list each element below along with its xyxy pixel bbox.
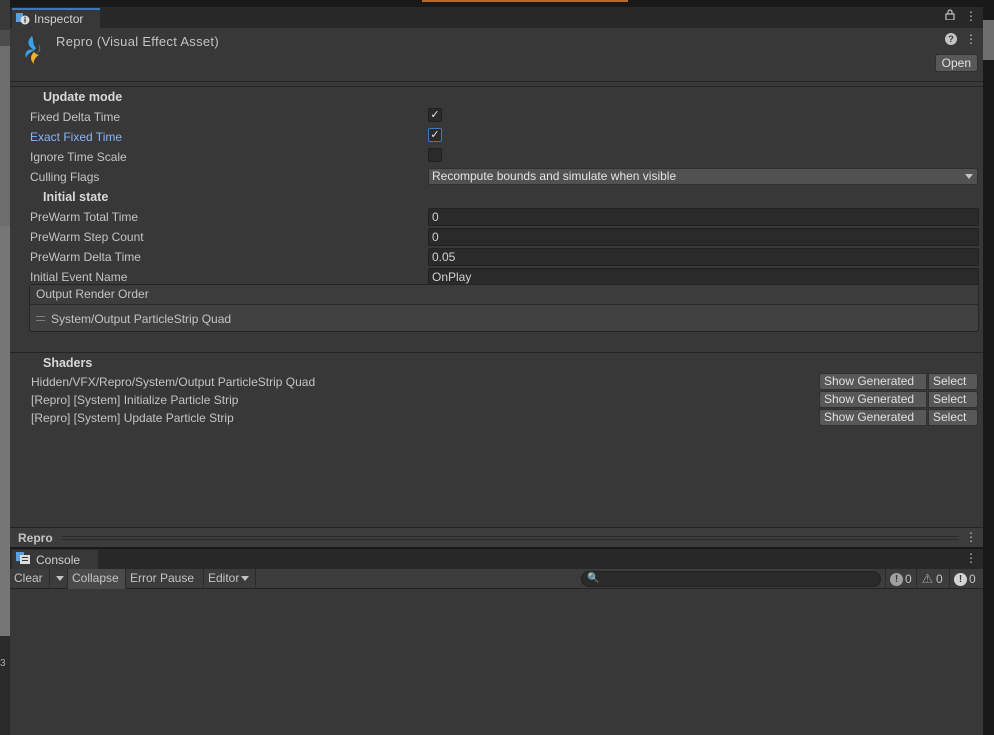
error-count-toggle[interactable]: ! 0 bbox=[949, 569, 980, 589]
prewarm-total-time-label: PreWarm Total Time bbox=[30, 210, 139, 224]
table-row: [Repro] [System] Initialize Particle Str… bbox=[10, 391, 983, 409]
section-update-mode: Update mode bbox=[43, 90, 123, 104]
clear-button[interactable]: Clear bbox=[10, 569, 50, 589]
row-prewarm-delta-time: PreWarm Delta Time 0.05 bbox=[10, 247, 983, 267]
shader-name: [Repro] [System] Update Particle Strip bbox=[31, 411, 234, 425]
error-icon: ! bbox=[954, 572, 967, 586]
warning-count-toggle[interactable]: ⚠ 0 bbox=[916, 569, 947, 589]
prewarm-step-count-field[interactable]: 0 bbox=[428, 228, 979, 246]
tab-console[interactable]: Console bbox=[12, 550, 98, 569]
tab-console-label: Console bbox=[36, 552, 81, 567]
exact-fixed-time-checkbox[interactable]: ✓ bbox=[428, 128, 442, 142]
row-fixed-delta-time: Fixed Delta Time ✓ bbox=[10, 107, 983, 127]
resize-grip[interactable] bbox=[62, 536, 959, 540]
preview-more-icon[interactable]: ⋮ bbox=[965, 530, 977, 544]
console-more-icon[interactable]: ⋮ bbox=[965, 551, 977, 565]
inspector-tabbar: Inspector ⋮ bbox=[10, 7, 983, 28]
chevron-down-icon bbox=[241, 576, 250, 582]
output-render-order-header: Output Render Order bbox=[30, 285, 978, 305]
culling-flags-value: Recompute bounds and simulate when visib… bbox=[432, 169, 677, 183]
asset-title: Repro (Visual Effect Asset) bbox=[56, 34, 219, 49]
shader-name: Hidden/VFX/Repro/System/Output ParticleS… bbox=[31, 375, 316, 389]
show-generated-button[interactable]: Show Generated bbox=[819, 373, 927, 390]
select-button[interactable]: Select bbox=[928, 391, 978, 408]
search-input[interactable]: 🔍 bbox=[581, 571, 881, 587]
tab-inspector-label: Inspector bbox=[34, 12, 84, 26]
select-button[interactable]: Select bbox=[928, 409, 978, 426]
info-count-toggle[interactable]: ! 0 bbox=[885, 569, 916, 589]
prewarm-total-time-field[interactable]: 0 bbox=[428, 208, 979, 226]
row-prewarm-total-time: PreWarm Total Time 0 bbox=[10, 207, 983, 227]
right-edge bbox=[983, 0, 994, 735]
preview-title: Repro bbox=[18, 531, 53, 545]
open-button[interactable]: Open bbox=[934, 54, 978, 72]
row-exact-fixed-time: Exact Fixed Time ✓ bbox=[10, 127, 983, 147]
exact-fixed-time-label: Exact Fixed Time bbox=[30, 130, 123, 144]
select-button[interactable]: Select bbox=[928, 373, 978, 390]
prewarm-delta-time-label: PreWarm Delta Time bbox=[30, 250, 141, 264]
output-render-order-item-label: System/Output ParticleStrip Quad bbox=[51, 311, 232, 326]
section-shaders: Shaders bbox=[43, 356, 93, 370]
visual-effect-asset-icon bbox=[20, 34, 48, 66]
top-toolbar-edge bbox=[10, 0, 983, 7]
scene-view-edge: 3 bbox=[0, 0, 10, 735]
table-row: Hidden/VFX/Repro/System/Output ParticleS… bbox=[10, 373, 983, 391]
list-item[interactable]: System/Output ParticleStrip Quad bbox=[30, 305, 978, 332]
error-count: 0 bbox=[969, 572, 976, 586]
show-generated-button[interactable]: Show Generated bbox=[819, 409, 927, 426]
info-icon bbox=[16, 13, 30, 25]
warning-icon: ⚠ bbox=[921, 571, 934, 586]
tab-inspector[interactable]: Inspector bbox=[12, 8, 100, 28]
section-initial-state: Initial state bbox=[43, 190, 109, 204]
clear-options-dropdown[interactable] bbox=[50, 569, 68, 589]
dropdown-arrow-icon bbox=[965, 174, 973, 179]
row-culling-flags: Culling Flags Recompute bounds and simul… bbox=[10, 167, 983, 187]
info-count: 0 bbox=[905, 572, 912, 586]
editor-dropdown-label: Editor bbox=[208, 571, 240, 585]
lock-icon[interactable] bbox=[945, 9, 955, 23]
scene-edge-number: 3 bbox=[0, 658, 6, 669]
console-icon bbox=[16, 552, 30, 567]
settings-more-icon[interactable]: ⋮ bbox=[965, 32, 977, 46]
help-icon[interactable]: ? bbox=[945, 33, 957, 45]
prewarm-step-count-label: PreWarm Step Count bbox=[30, 230, 144, 244]
editor-dropdown[interactable]: Editor bbox=[204, 569, 256, 589]
preview-header-bar[interactable]: Repro ⋮ bbox=[10, 527, 983, 547]
show-generated-button[interactable]: Show Generated bbox=[819, 391, 927, 408]
drag-handle-icon[interactable] bbox=[36, 316, 45, 321]
fixed-delta-time-label: Fixed Delta Time bbox=[30, 110, 121, 124]
console-toolbar: Clear Collapse Error Pause Editor 🔍 ! 0 … bbox=[10, 569, 983, 589]
row-ignore-time-scale: Ignore Time Scale bbox=[10, 147, 983, 167]
prewarm-delta-time-field[interactable]: 0.05 bbox=[428, 248, 979, 266]
more-options-icon[interactable]: ⋮ bbox=[965, 9, 977, 23]
culling-flags-dropdown[interactable]: Recompute bounds and simulate when visib… bbox=[428, 168, 978, 185]
console-tabbar: Console ⋮ bbox=[10, 549, 983, 569]
fixed-delta-time-checkbox[interactable]: ✓ bbox=[428, 108, 442, 122]
warning-count: 0 bbox=[936, 572, 943, 586]
collapse-toggle[interactable]: Collapse bbox=[68, 569, 126, 589]
table-row: [Repro] [System] Update Particle Strip S… bbox=[10, 409, 983, 427]
ignore-time-scale-checkbox[interactable] bbox=[428, 148, 442, 162]
inspector-window: Inspector ⋮ Repro (Visual Effect Asset) … bbox=[10, 7, 983, 547]
error-pause-toggle[interactable]: Error Pause bbox=[126, 569, 204, 589]
ignore-time-scale-label: Ignore Time Scale bbox=[30, 150, 127, 164]
search-icon: 🔍 bbox=[587, 573, 600, 584]
inspector-header: Repro (Visual Effect Asset) ? ⋮ Open bbox=[10, 28, 983, 82]
culling-flags-label: Culling Flags bbox=[30, 170, 100, 184]
info-icon: ! bbox=[890, 572, 903, 586]
console-window: Console ⋮ Clear Collapse Error Pause Edi… bbox=[10, 549, 983, 735]
chevron-down-icon bbox=[56, 576, 64, 582]
output-render-order-list: Output Render Order System/Output Partic… bbox=[29, 284, 979, 332]
shader-name: [Repro] [System] Initialize Particle Str… bbox=[31, 393, 239, 407]
initial-event-name-label: Initial Event Name bbox=[30, 270, 128, 284]
row-prewarm-step-count: PreWarm Step Count 0 bbox=[10, 227, 983, 247]
console-log-area[interactable] bbox=[10, 590, 983, 735]
